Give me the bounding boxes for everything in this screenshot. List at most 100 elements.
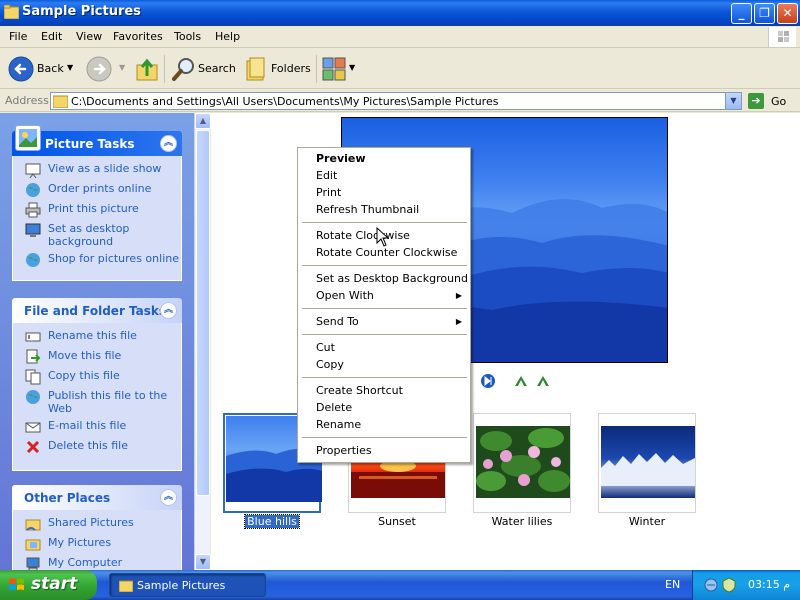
task-pane: Picture Tasks ︽ View as a slide show Ord…: [0, 113, 194, 570]
start-button[interactable]: start: [0, 570, 97, 600]
menu-file[interactable]: File: [9, 30, 27, 43]
menu-separator: [302, 377, 467, 378]
scroll-down-button[interactable]: ▼: [195, 554, 211, 570]
place-my-computer[interactable]: My Computer: [21, 556, 181, 570]
task-print-picture[interactable]: Print this picture: [21, 202, 181, 222]
menu-separator: [302, 308, 467, 309]
rotate-clockwise-icon[interactable]: [513, 374, 529, 388]
folders-icon: [246, 57, 265, 81]
task-set-desktop-background[interactable]: Set as desktop background: [21, 222, 181, 252]
email-icon: [25, 422, 41, 433]
folders-button[interactable]: Folders: [243, 53, 311, 85]
picture-tasks-body: View as a slide show Order prints online…: [12, 156, 182, 281]
menu-item-preview[interactable]: Preview: [316, 152, 366, 165]
task-order-prints[interactable]: Order prints online: [21, 182, 181, 202]
menu-separator: [302, 222, 467, 223]
task-pane-scrollbar[interactable]: ▲ ▼: [194, 113, 211, 570]
preview-controls: [474, 373, 554, 389]
task-rename-file[interactable]: Rename this file: [21, 329, 181, 349]
collapse-chevron-icon[interactable]: ︽: [160, 302, 177, 319]
task-move-file[interactable]: Move this file: [21, 349, 181, 369]
menu-item-rename[interactable]: Rename: [316, 418, 361, 431]
forward-dropdown-icon[interactable]: ▼: [119, 63, 125, 72]
minimize-button[interactable]: _: [731, 3, 752, 24]
other-places-header[interactable]: Other Places ︽: [12, 485, 182, 510]
water-lilies-image: [476, 426, 570, 498]
menu-item-print[interactable]: Print: [316, 186, 341, 199]
slideshow-icon: [25, 163, 41, 178]
views-button[interactable]: ▼: [322, 57, 358, 81]
printer-icon: [25, 202, 41, 218]
place-shared-pictures[interactable]: Shared Pictures: [21, 516, 181, 536]
thumbnail-winter[interactable]: [598, 413, 696, 513]
search-button[interactable]: Search: [170, 53, 236, 85]
menu-item-delete[interactable]: Delete: [316, 401, 352, 414]
menu-item-rotate-clockwise[interactable]: Rotate Clockwise: [316, 229, 410, 242]
menu-item-copy[interactable]: Copy: [316, 358, 344, 371]
rename-icon: [25, 332, 41, 342]
address-dropdown-button[interactable]: ▼: [725, 93, 741, 109]
place-my-pictures[interactable]: My Pictures: [21, 536, 181, 556]
other-places-body: Shared Pictures My Pictures My Computer: [12, 510, 182, 570]
menu-item-set-desktop-background[interactable]: Set as Desktop Background: [316, 272, 468, 285]
thumbnail-label: Winter: [628, 515, 666, 528]
picture-tasks-title: Picture Tasks: [45, 137, 135, 151]
picture-tasks-section: Picture Tasks ︽ View as a slide show Ord…: [12, 125, 182, 281]
go-button[interactable]: Go: [771, 95, 786, 108]
shared-folder-icon: [25, 519, 41, 531]
scroll-thumb[interactable]: [196, 130, 210, 496]
pictures-folder-icon: [25, 539, 41, 551]
collapse-chevron-icon[interactable]: ︽: [160, 489, 177, 506]
forward-arrow-icon[interactable]: [86, 56, 112, 82]
taskbar-item-label: Sample Pictures: [137, 579, 226, 592]
file-folder-tasks-header[interactable]: File and Folder Tasks ︽: [12, 298, 182, 323]
menu-help[interactable]: Help: [215, 30, 240, 43]
task-shop-pictures[interactable]: Shop for pictures online: [21, 252, 181, 272]
menu-item-create-shortcut[interactable]: Create Shortcut: [316, 384, 403, 397]
menu-item-open-with[interactable]: Open With: [316, 289, 374, 302]
back-dropdown-icon[interactable]: ▼: [67, 63, 73, 72]
scroll-up-button[interactable]: ▲: [195, 113, 211, 129]
menu-item-properties[interactable]: Properties: [316, 444, 372, 457]
windows-flag-icon: [9, 578, 24, 590]
menu-item-send-to[interactable]: Send To: [316, 315, 359, 328]
menu-item-cut[interactable]: Cut: [316, 341, 335, 354]
task-view-slideshow[interactable]: View as a slide show: [21, 162, 181, 182]
task-delete-file[interactable]: Delete this file: [21, 439, 181, 459]
security-shield-icon[interactable]: [721, 577, 737, 593]
menu-view[interactable]: View: [76, 30, 102, 43]
menu-tools[interactable]: Tools: [174, 30, 201, 43]
clock[interactable]: 03:15 م: [748, 578, 790, 591]
task-copy-file[interactable]: Copy this file: [21, 369, 181, 389]
windows-logo-icon: [768, 27, 796, 47]
task-publish-web[interactable]: Publish this file to the Web: [21, 389, 181, 419]
title-bar[interactable]: Sample Pictures _ ❐ ✕: [0, 0, 800, 26]
menu-edit[interactable]: Edit: [41, 30, 62, 43]
file-folder-tasks-section: File and Folder Tasks ︽ Rename this file…: [12, 298, 182, 471]
language-indicator[interactable]: EN: [665, 578, 680, 591]
collapse-chevron-icon[interactable]: ︽: [160, 135, 177, 152]
picture-tasks-header[interactable]: Picture Tasks ︽: [12, 125, 182, 156]
submenu-arrow-icon: ▶: [455, 317, 462, 326]
back-button[interactable]: Back ▼: [5, 53, 81, 85]
address-label: Address: [5, 94, 49, 107]
menu-item-refresh-thumbnail[interactable]: Refresh Thumbnail: [316, 203, 419, 216]
move-icon: [26, 349, 41, 364]
menu-favorites[interactable]: Favorites: [113, 30, 163, 43]
rotate-counterclockwise-icon[interactable]: [535, 374, 551, 388]
maximize-button[interactable]: ❐: [754, 3, 775, 24]
close-button[interactable]: ✕: [777, 3, 798, 24]
task-email-file[interactable]: E-mail this file: [21, 419, 181, 439]
menu-item-edit[interactable]: Edit: [316, 169, 337, 182]
menu-separator: [302, 437, 467, 438]
taskbar-item-sample-pictures[interactable]: Sample Pictures: [109, 573, 266, 597]
up-folder-icon[interactable]: [134, 56, 160, 82]
next-image-icon[interactable]: [480, 373, 496, 389]
thumbnail-water-lilies[interactable]: [473, 413, 571, 513]
address-input[interactable]: C:\Documents and Settings\All Users\Docu…: [50, 92, 742, 110]
back-label: Back: [37, 62, 64, 75]
start-label: start: [31, 574, 78, 594]
go-arrow-icon[interactable]: ➔: [748, 93, 764, 109]
network-icon[interactable]: [703, 577, 719, 593]
menu-item-rotate-counter-clockwise[interactable]: Rotate Counter Clockwise: [316, 246, 457, 259]
